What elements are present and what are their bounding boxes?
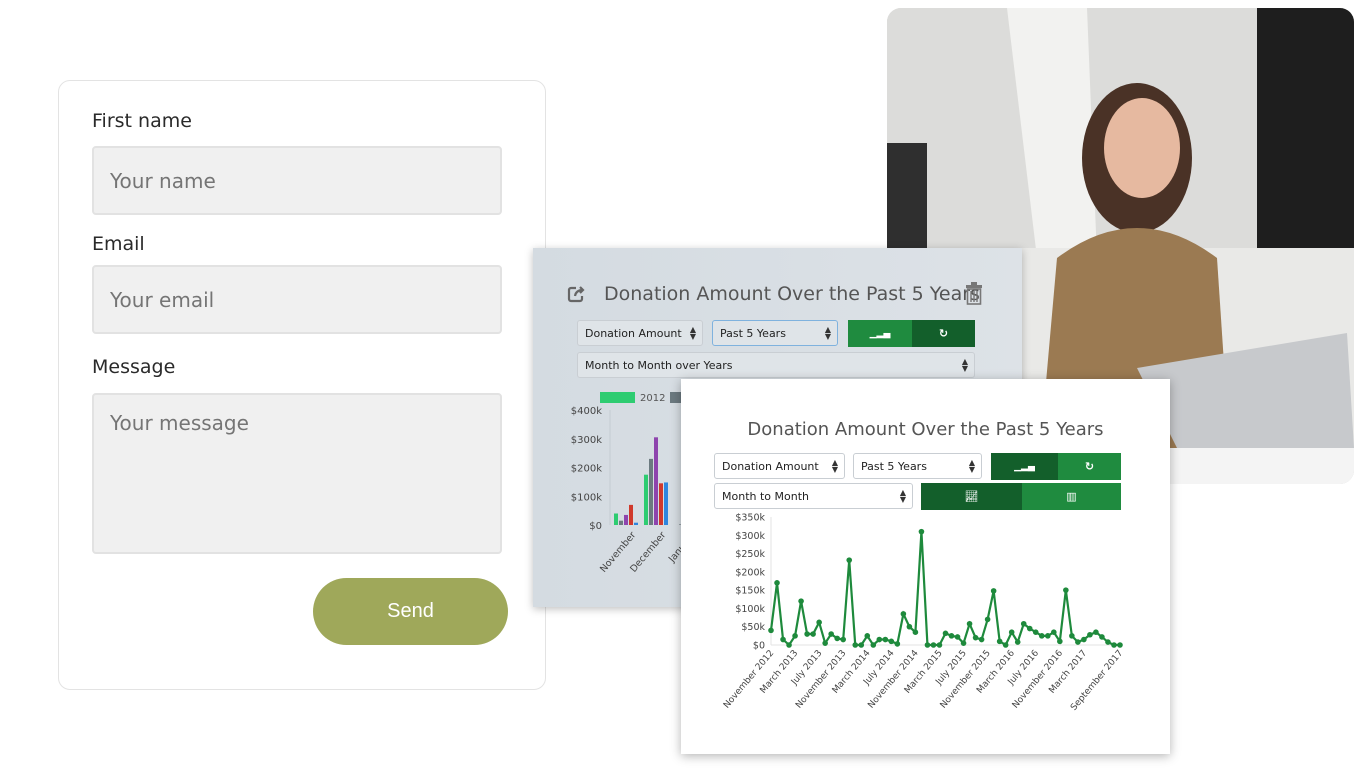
data-point bbox=[1105, 639, 1111, 645]
data-point bbox=[822, 640, 828, 646]
data-point bbox=[768, 627, 774, 634]
data-point bbox=[1063, 587, 1069, 593]
data-point bbox=[918, 528, 925, 535]
data-point bbox=[798, 598, 804, 604]
y-tick-label: $300k bbox=[735, 531, 765, 542]
data-point bbox=[876, 636, 883, 643]
data-point bbox=[1044, 633, 1051, 639]
data-point bbox=[972, 634, 979, 641]
data-point bbox=[888, 638, 895, 645]
data-point bbox=[810, 631, 816, 637]
data-point bbox=[1093, 629, 1099, 635]
data-point bbox=[882, 636, 889, 643]
data-point bbox=[906, 623, 913, 630]
y-tick-label: $0 bbox=[589, 521, 602, 532]
data-point bbox=[1075, 639, 1081, 645]
data-point bbox=[870, 642, 877, 648]
bar bbox=[624, 514, 628, 525]
y-tick-label: $50k bbox=[741, 622, 765, 633]
data-point bbox=[1117, 642, 1123, 648]
data-point bbox=[1099, 634, 1105, 640]
data-point bbox=[894, 641, 901, 647]
data-point bbox=[930, 642, 937, 648]
data-point bbox=[966, 620, 973, 627]
send-button[interactable]: Send bbox=[313, 578, 508, 645]
data-point bbox=[1081, 636, 1087, 643]
data-point bbox=[1069, 633, 1075, 639]
bar bbox=[659, 483, 663, 525]
data-point bbox=[816, 619, 822, 626]
data-point bbox=[924, 642, 931, 648]
message-textarea[interactable] bbox=[92, 393, 502, 554]
data-point bbox=[840, 636, 847, 643]
bar bbox=[664, 482, 668, 525]
bar bbox=[614, 513, 618, 525]
y-tick-label: $350k bbox=[735, 513, 765, 524]
bar bbox=[654, 437, 658, 525]
y-tick-label: $200k bbox=[571, 464, 602, 475]
bar bbox=[644, 474, 648, 525]
data-point bbox=[1008, 629, 1015, 635]
data-point bbox=[774, 580, 780, 586]
y-tick-label: $100k bbox=[735, 604, 765, 615]
data-point bbox=[780, 636, 786, 643]
bar bbox=[649, 458, 653, 525]
data-point bbox=[936, 642, 943, 648]
data-point bbox=[804, 631, 810, 637]
data-point bbox=[942, 630, 949, 637]
y-tick-label: $250k bbox=[735, 549, 765, 560]
email-input[interactable] bbox=[92, 265, 502, 334]
data-point bbox=[984, 616, 991, 623]
data-point bbox=[858, 642, 865, 648]
data-point bbox=[792, 633, 798, 639]
data-point bbox=[1111, 642, 1117, 648]
bar bbox=[629, 504, 633, 525]
bar bbox=[619, 520, 623, 525]
data-point bbox=[900, 611, 907, 617]
data-point bbox=[846, 557, 853, 563]
y-tick-label: $100k bbox=[571, 492, 602, 503]
data-point bbox=[1057, 638, 1063, 645]
data-point bbox=[954, 634, 961, 640]
y-tick-label: $300k bbox=[571, 435, 602, 446]
data-point bbox=[864, 633, 871, 639]
data-point bbox=[786, 642, 792, 648]
y-tick-label: $0 bbox=[753, 641, 765, 652]
data-point bbox=[960, 640, 967, 646]
email-label: Email bbox=[92, 233, 145, 255]
first-name-label: First name bbox=[92, 110, 192, 132]
data-point bbox=[1014, 639, 1021, 645]
data-point bbox=[1087, 631, 1093, 638]
data-point bbox=[852, 642, 859, 648]
data-point bbox=[834, 635, 840, 642]
y-tick-label: $150k bbox=[735, 586, 765, 597]
first-name-input[interactable] bbox=[92, 146, 502, 215]
legend-label: 2012 bbox=[640, 393, 665, 404]
data-point bbox=[1038, 633, 1045, 639]
data-point bbox=[1002, 642, 1009, 648]
data-point bbox=[1020, 620, 1027, 627]
bar bbox=[634, 522, 638, 525]
data-point bbox=[1051, 629, 1057, 635]
data-point bbox=[912, 629, 919, 635]
data-point bbox=[996, 638, 1003, 645]
y-tick-label: $400k bbox=[571, 406, 602, 417]
message-label: Message bbox=[92, 356, 176, 378]
data-point bbox=[948, 633, 955, 639]
contact-form: First name Email Message Send bbox=[58, 80, 546, 690]
legend-swatch bbox=[600, 392, 635, 403]
front-chart-panel: Donation Amount Over the Past 5 Years Do… bbox=[681, 379, 1170, 754]
data-point bbox=[1032, 629, 1039, 635]
data-point bbox=[828, 631, 834, 637]
line-chart: $0$50k$100k$150k$200k$250k$300k$350kNove… bbox=[722, 513, 1125, 713]
data-point bbox=[990, 588, 997, 594]
data-point bbox=[978, 636, 985, 643]
data-point bbox=[1026, 625, 1033, 632]
y-tick-label: $200k bbox=[735, 567, 765, 578]
